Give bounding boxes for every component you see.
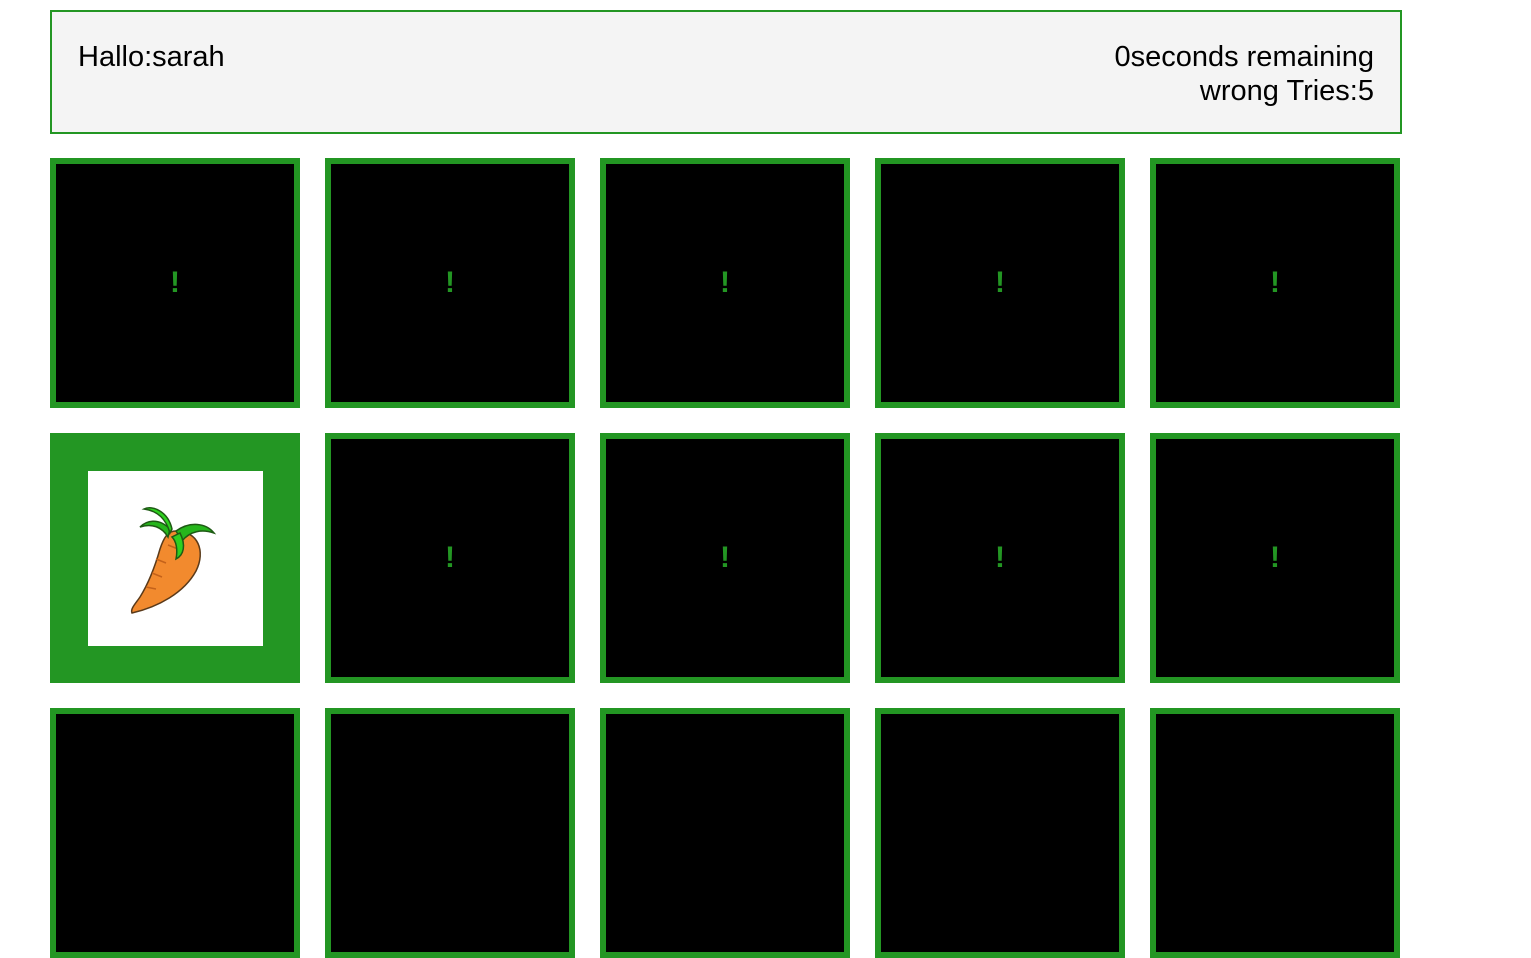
card-mark: ! (1270, 266, 1280, 299)
card-mark: ! (1270, 541, 1280, 574)
memory-card[interactable] (875, 708, 1125, 958)
card-mark: ! (720, 541, 730, 574)
card-image-frame (87, 470, 263, 646)
memory-card[interactable]: ! (875, 433, 1125, 683)
memory-card[interactable] (600, 708, 850, 958)
game-status: 0seconds remaining wrong Tries:5 (1114, 40, 1374, 108)
memory-card[interactable]: ! (325, 433, 575, 683)
card-mark: ! (995, 541, 1005, 574)
player-greeting: Hallo:sarah (78, 41, 225, 73)
carrot-icon (130, 507, 217, 614)
time-remaining: 0seconds remaining (1114, 41, 1374, 73)
memory-card[interactable]: ! (325, 158, 575, 408)
card-mark: ! (445, 266, 455, 299)
memory-card[interactable]: ! (1150, 158, 1400, 408)
memory-card[interactable]: ! (1150, 433, 1400, 683)
game-header: Hallo:sarah 0seconds remaining wrong Tri… (50, 10, 1402, 134)
memory-card[interactable]: ! (50, 158, 300, 408)
card-mark: ! (170, 266, 180, 299)
memory-card[interactable] (1150, 708, 1400, 958)
card-mark: ! (445, 541, 455, 574)
wrong-tries-count: wrong Tries:5 (1199, 75, 1374, 107)
memory-card[interactable] (50, 708, 300, 958)
card-mark: ! (995, 266, 1005, 299)
card-mark: ! (720, 266, 730, 299)
memory-card[interactable]: ! (600, 158, 850, 408)
card-grid: ! ! ! ! ! ! ! ! ! (50, 158, 1400, 958)
memory-card-revealed[interactable] (50, 433, 300, 683)
memory-card[interactable]: ! (875, 158, 1125, 408)
memory-card[interactable] (325, 708, 575, 958)
memory-card[interactable]: ! (600, 433, 850, 683)
